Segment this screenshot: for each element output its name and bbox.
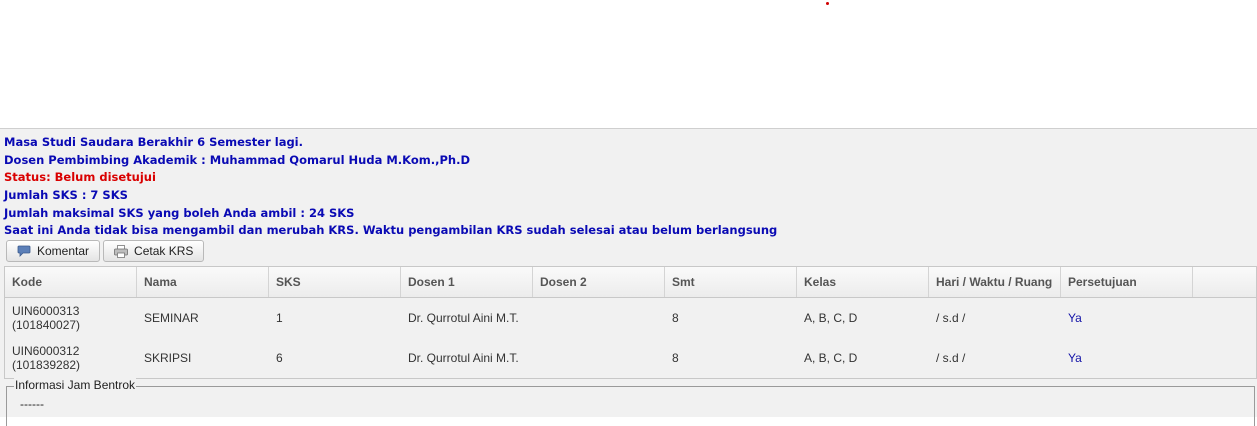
jumlah-sks-text: Jumlah SKS : 7 SKS: [4, 188, 128, 203]
info-block: Masa Studi Saudara Berakhir 6 Semester l…: [0, 129, 1257, 240]
printer-icon: [114, 244, 128, 258]
column-header-persetujuan[interactable]: Persetujuan: [1061, 267, 1193, 297]
cell-kelas: A, B, C, D: [804, 351, 858, 365]
persetujuan-link[interactable]: Ya: [1061, 351, 1193, 365]
cetak-krs-button[interactable]: Cetak KRS: [103, 240, 205, 262]
persetujuan-link[interactable]: Ya: [1061, 311, 1193, 325]
column-header-kelas[interactable]: Kelas: [797, 267, 929, 297]
toolbar: Komentar Cetak KRS: [6, 240, 205, 262]
red-dot-marker: [826, 2, 829, 5]
cetak-krs-label: Cetak KRS: [134, 244, 194, 258]
comment-icon: [17, 244, 31, 258]
cell-kode: UIN6000313 (101840027): [5, 304, 137, 332]
cell-kode: UIN6000312 (101839282): [5, 344, 137, 372]
table-row[interactable]: UIN6000312 (101839282) SKRIPSI 6 Dr. Qur…: [5, 338, 1256, 378]
column-header-filler: [1193, 267, 1256, 297]
column-header-sks[interactable]: SKS: [269, 267, 401, 297]
cell-nama: SEMINAR: [144, 311, 199, 325]
dosen-pembimbing-text: Dosen Pembimbing Akademik : Muhammad Qom…: [4, 152, 471, 167]
maks-sks-text: Jumlah maksimal SKS yang boleh Anda ambi…: [4, 205, 355, 220]
column-header-smt[interactable]: Smt: [665, 267, 797, 297]
cell-nama: SKRIPSI: [144, 351, 192, 365]
kode-value: UIN6000313: [12, 304, 80, 318]
cell-smt: 8: [672, 351, 679, 365]
komentar-label: Komentar: [37, 244, 90, 258]
cell-jadwal: / s.d /: [936, 351, 966, 365]
column-header-kode[interactable]: Kode: [5, 267, 137, 297]
cell-jadwal: / s.d /: [936, 311, 966, 325]
table-row[interactable]: UIN6000313 (101840027) SEMINAR 1 Dr. Qur…: [5, 298, 1256, 338]
cell-dosen1: Dr. Qurrotul Aini M.T.: [408, 351, 519, 365]
komentar-button[interactable]: Komentar: [6, 240, 101, 262]
masa-studi-text: Masa Studi Saudara Berakhir 6 Semester l…: [4, 135, 303, 149]
column-header-dosen2[interactable]: Dosen 2: [533, 267, 665, 297]
kode-sub-value: (101839282): [12, 358, 81, 372]
bentrok-content: ------: [20, 397, 44, 411]
column-header-jadwal[interactable]: Hari / Waktu / Ruang: [929, 267, 1061, 297]
cell-sks: 1: [276, 311, 283, 325]
krs-panel: Masa Studi Saudara Berakhir 6 Semester l…: [0, 128, 1257, 426]
krs-notice-text: Saat ini Anda tidak bisa mengambil dan m…: [4, 223, 778, 238]
bentrok-fieldset: [6, 386, 1255, 426]
table-header: Kode Nama SKS Dosen 1 Dosen 2 Smt Kelas …: [5, 267, 1256, 298]
cell-sks: 6: [276, 351, 283, 365]
status-text: Status: Belum disetujui: [4, 170, 156, 185]
cell-smt: 8: [672, 311, 679, 325]
cell-kelas: A, B, C, D: [804, 311, 858, 325]
bentrok-legend: Informasi Jam Bentrok: [14, 378, 137, 392]
kode-value: UIN6000312: [12, 344, 80, 358]
kode-sub-value: (101840027): [12, 318, 81, 332]
column-header-nama[interactable]: Nama: [137, 267, 269, 297]
cell-dosen1: Dr. Qurrotul Aini M.T.: [408, 311, 519, 325]
column-header-dosen1[interactable]: Dosen 1: [401, 267, 533, 297]
krs-table: Kode Nama SKS Dosen 1 Dosen 2 Smt Kelas …: [4, 266, 1257, 379]
